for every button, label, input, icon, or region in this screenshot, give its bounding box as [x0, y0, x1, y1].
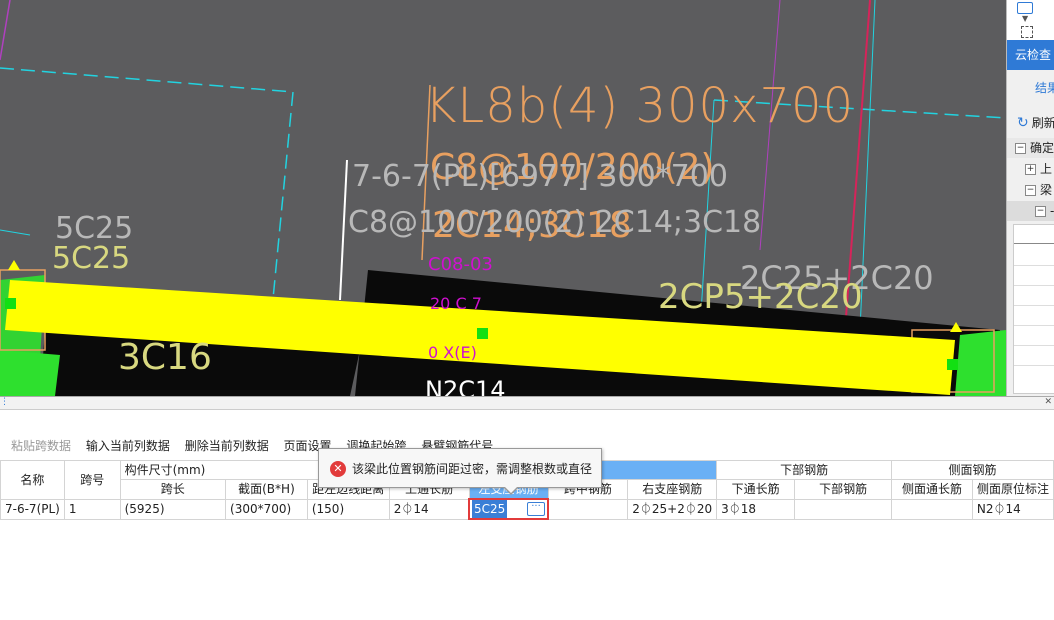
cell-section[interactable]: (300*700)	[225, 498, 308, 520]
panel-top-toolbar: ▼	[1007, 0, 1054, 40]
cad-side-bar: N2C14	[425, 376, 506, 396]
cad-line	[0, 0, 11, 61]
tree-node-label: 确定	[1030, 141, 1054, 155]
refresh-icon: ↻	[1017, 115, 1029, 131]
col-header-side-through: 侧面通长筋	[891, 479, 973, 500]
tree-node[interactable]: + 上	[1007, 159, 1054, 179]
cell-right-seat[interactable]: 2⏀25+2⏀20	[627, 498, 718, 520]
result-grid	[1013, 224, 1054, 394]
cell-bottom-through[interactable]: 3⏀18	[716, 498, 796, 520]
cad-magenta-label: 0 X(E)	[428, 343, 477, 362]
tooltip-arrow-fill	[505, 487, 517, 493]
collapse-icon[interactable]: −	[1035, 206, 1046, 217]
ellipsis-icon[interactable]: ···	[527, 502, 546, 516]
col-header-side-rebar: 侧面钢筋	[891, 460, 1054, 480]
tree-node[interactable]: − -	[1007, 201, 1054, 221]
cad-span-label: 7-6-7(PL)[6977] 300*700	[352, 159, 728, 194]
error-icon: ✕	[330, 461, 346, 477]
cell-left-seat-editor[interactable]: 5C25 ···	[468, 498, 550, 520]
cell-span-length[interactable]: (5925)	[119, 498, 227, 520]
col-header-bottom-through: 下通长筋	[716, 479, 796, 500]
close-icon[interactable]: ✕	[1044, 397, 1052, 407]
cad-magenta-label: 20 C 7	[430, 294, 482, 313]
col-header-bottom-rebar-sub: 下部钢筋	[794, 479, 893, 500]
col-header-span: 跨号	[63, 460, 121, 500]
beam-grip-mid	[477, 328, 488, 339]
cell-bottom-rebar[interactable]	[794, 498, 893, 520]
grid-row	[1014, 365, 1054, 366]
cad-left-top: 5C25	[55, 211, 134, 246]
collapse-icon[interactable]: −	[1025, 185, 1036, 196]
cad-magenta-label: C08-03	[428, 254, 493, 275]
paste-span-button[interactable]: 粘贴跨数据	[11, 436, 71, 456]
refresh-button[interactable]: ↻ 刷新	[1007, 113, 1054, 133]
collapse-icon[interactable]: −	[1015, 143, 1026, 154]
tree-node-label: -	[1050, 204, 1054, 218]
chevron-down-icon[interactable]: ▼	[1022, 14, 1028, 23]
tree-node[interactable]: − 确定	[1007, 138, 1054, 158]
grid-row	[1014, 345, 1054, 346]
table-row: 7-6-7(PL) 1 (5925) (300*700) (150) 2⏀14 …	[0, 498, 1054, 520]
panel-title[interactable]: 云检查	[1007, 40, 1054, 70]
select-box-icon[interactable]	[1021, 26, 1033, 38]
grid-row	[1014, 225, 1054, 244]
col-header-right-seat: 右支座钢筋	[627, 479, 718, 500]
cad-left-top2: 5C25	[52, 241, 131, 276]
col-header-section: 截面(B*H)	[225, 479, 308, 500]
cad-canvas[interactable]: KL8b(4) 300x700 C8@100/200(2) 2C14;3C18 …	[0, 0, 1006, 396]
panel-splitter[interactable]: ✕ ⋮	[0, 396, 1054, 410]
beam-grip-start	[5, 298, 16, 309]
cell-mid-span[interactable]	[547, 498, 629, 520]
col-header-side-original: 侧面原位标注	[971, 479, 1054, 500]
cell-distance[interactable]: (150)	[306, 498, 390, 520]
delete-column-button[interactable]: 删除当前列数据	[185, 436, 269, 456]
panel-grip-icon[interactable]: ⋮	[0, 397, 9, 407]
cell-side-through[interactable]	[891, 498, 973, 520]
beam-grip-end	[947, 359, 958, 370]
validation-tooltip: ✕ 该梁此位置钢筋间距过密，需调整根数或直径	[318, 448, 602, 495]
grid-row	[1014, 265, 1054, 266]
tree-node-label: 上	[1040, 162, 1053, 176]
result-tab[interactable]: 结果	[1007, 78, 1054, 98]
col-header-name: 名称	[0, 460, 65, 500]
cad-beam-title: KL8b(4) 300x700	[425, 78, 855, 134]
expand-icon[interactable]: +	[1025, 164, 1036, 175]
col-header-bottom-rebar: 下部钢筋	[716, 460, 893, 480]
cad-right-support2: 2CP5+2C20	[658, 277, 863, 317]
input-column-button[interactable]: 输入当前列数据	[86, 436, 170, 456]
cad-bottom-left: 3C16	[118, 337, 212, 378]
refresh-label: 刷新	[1031, 116, 1054, 130]
span-input-panel: ✕ ⋮ 粘贴跨数据 输入当前列数据 删除当前列数据 页面设置 调换起始跨 悬臂钢…	[0, 396, 1054, 620]
cell-through[interactable]: 2⏀14	[388, 498, 470, 520]
cad-line	[0, 229, 31, 236]
left-seat-input[interactable]: 5C25	[472, 501, 508, 517]
cell-span[interactable]: 1	[63, 498, 121, 520]
cell-name[interactable]: 7-6-7(PL)	[0, 498, 65, 520]
cad-column	[0, 350, 60, 396]
col-header-span-length: 跨长	[119, 479, 227, 500]
tree-node-label: 梁	[1040, 183, 1053, 197]
cad-marker	[8, 260, 20, 270]
cloud-check-panel: ▼ 云检查 结果 ↻ 刷新 − 确定 + 上 − 梁 − -	[1006, 0, 1054, 396]
grid-row	[1014, 305, 1054, 306]
cad-span-rebar: C8@100/200(2) 2C14;3C18	[348, 205, 762, 240]
cad-line	[339, 159, 348, 301]
cad-column	[955, 330, 1006, 396]
grid-row	[1014, 325, 1054, 326]
tree-node[interactable]: − 梁	[1007, 180, 1054, 200]
validation-message: 该梁此位置钢筋间距过密，需调整根数或直径	[352, 462, 593, 476]
grid-row	[1014, 285, 1054, 286]
view-cube-icon[interactable]	[1017, 2, 1033, 14]
cell-side-original[interactable]: N2⏀14	[971, 498, 1054, 520]
